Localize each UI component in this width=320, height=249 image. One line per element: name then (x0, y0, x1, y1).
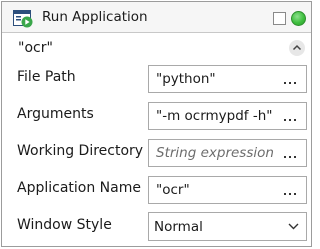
file-path-field[interactable]: "python" (148, 65, 307, 93)
browse-application-name-button[interactable] (284, 193, 298, 197)
arguments-value: "-m ocrmypdf -h" (156, 108, 273, 124)
application-name-field[interactable]: "ocr" (148, 176, 307, 204)
run-application-icon (13, 10, 33, 28)
file-path-label: File Path (17, 69, 76, 85)
file-path-value: "python" (156, 71, 216, 87)
arguments-field[interactable]: "-m ocrmypdf -h" (148, 102, 307, 130)
window-style-select[interactable]: Normal (148, 212, 307, 241)
window-style-label: Window Style (17, 217, 112, 233)
browse-working-directory-button[interactable] (284, 156, 298, 160)
display-name: "ocr" (18, 40, 53, 56)
status-indicator-icon (291, 11, 306, 26)
activity-title: Run Application (42, 9, 148, 25)
activity-header[interactable]: Run Application (2, 2, 311, 33)
arguments-label: Arguments (17, 106, 94, 122)
working-directory-field[interactable]: String expression (148, 139, 307, 167)
chevron-down-icon (288, 223, 299, 230)
working-directory-label: Working Directory (17, 143, 144, 159)
chevron-up-icon (292, 44, 302, 51)
browse-file-path-button[interactable] (284, 82, 298, 86)
application-name-label: Application Name (17, 180, 141, 196)
collapse-button[interactable] (289, 40, 305, 56)
window-style-value: Normal (154, 219, 203, 235)
application-name-value: "ocr" (156, 182, 190, 198)
breakpoint-toggle[interactable] (273, 12, 286, 25)
activity-panel: Run Application "ocr" File Path "python"… (1, 1, 312, 247)
browse-arguments-button[interactable] (284, 119, 298, 123)
working-directory-placeholder: String expression (156, 145, 274, 161)
